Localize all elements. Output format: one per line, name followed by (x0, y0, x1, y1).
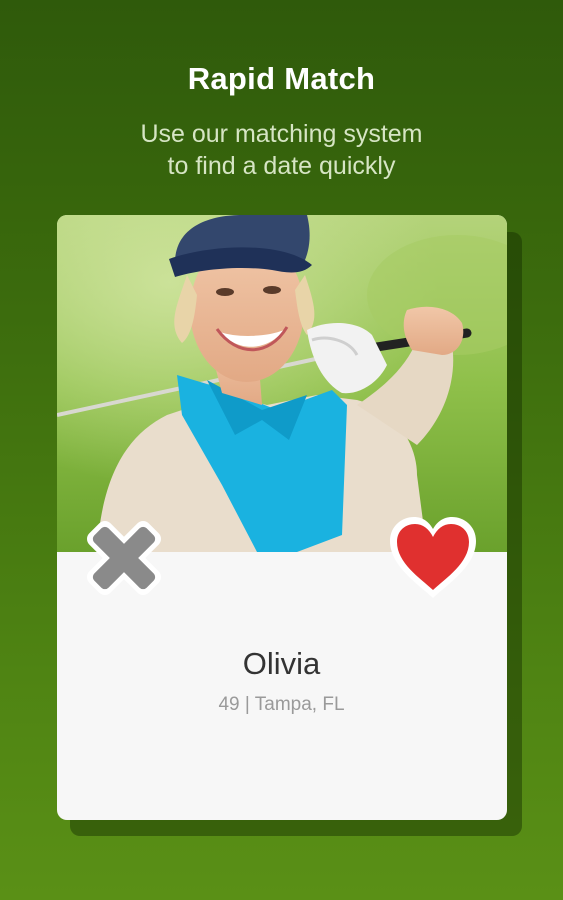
heart-icon (390, 517, 476, 598)
profile-meta: 49 | Tampa, FL (218, 694, 345, 715)
page-title: Rapid Match (187, 61, 376, 96)
subtitle-line-2: to find a date quickly (167, 152, 396, 180)
subtitle-line-1: Use our matching system (140, 120, 423, 148)
close-x-icon (87, 521, 161, 595)
like-button[interactable] (386, 514, 480, 602)
page-subtitle: Use our matching system to find a date q… (0, 118, 563, 182)
profile-photo[interactable] (57, 215, 507, 552)
dislike-button[interactable] (80, 514, 168, 602)
profile-name: Olivia (242, 646, 321, 681)
